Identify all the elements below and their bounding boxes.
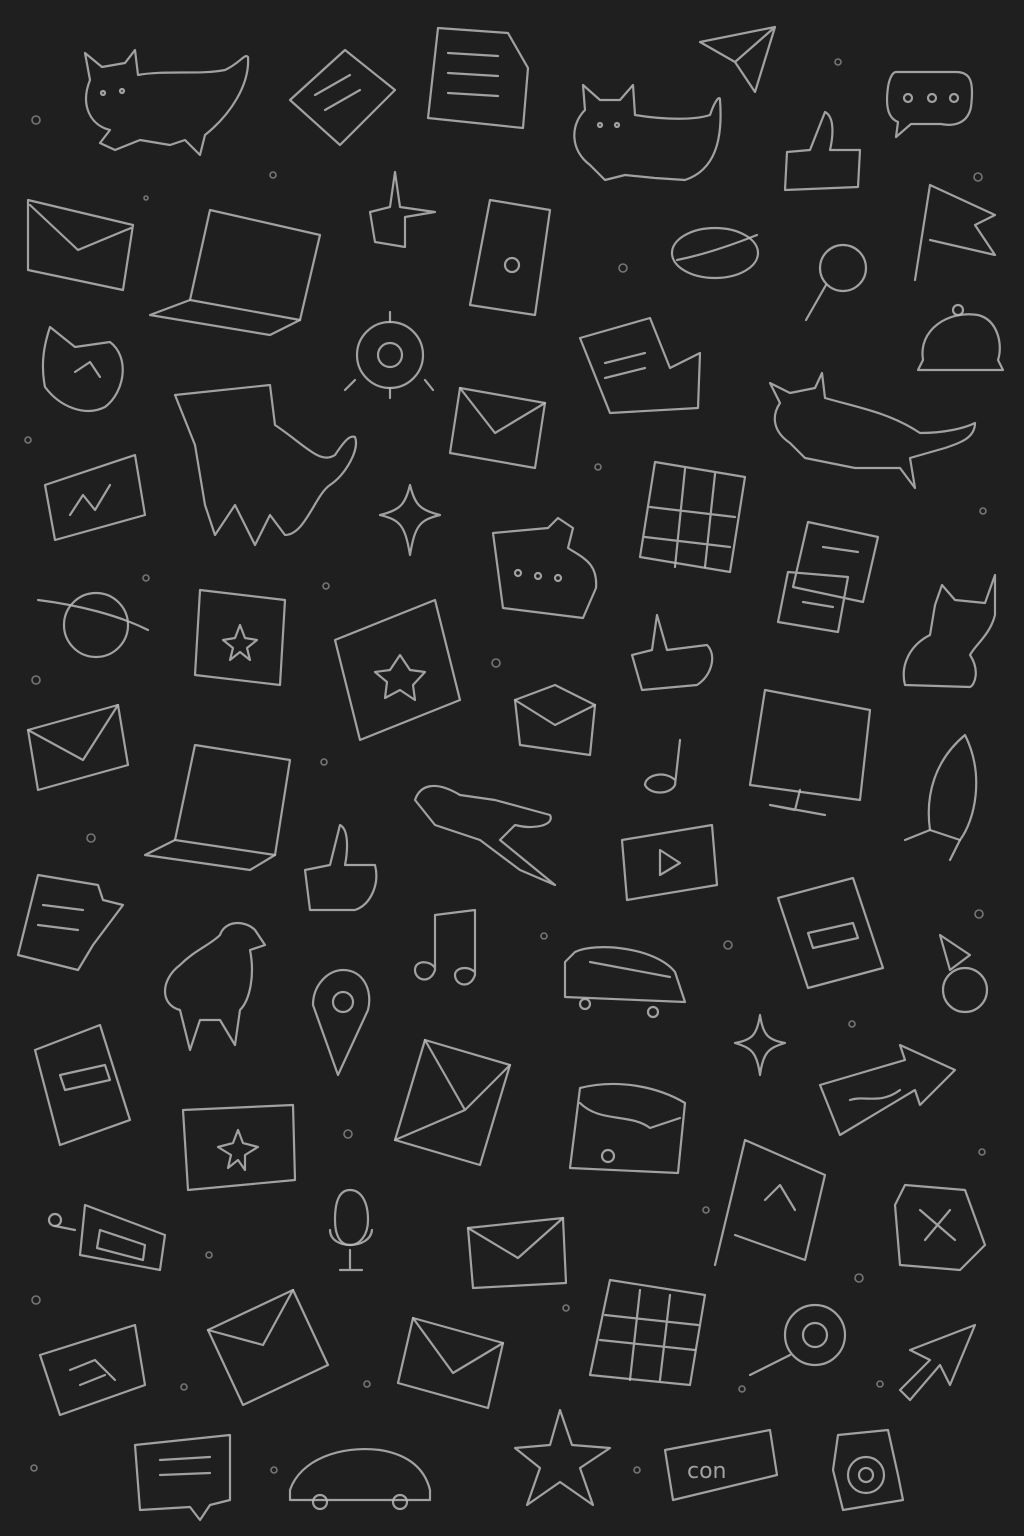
laptop-icon (148, 208, 322, 337)
bird-icon (164, 922, 267, 1052)
document-icon (33, 1023, 132, 1147)
music-note-icon (643, 738, 682, 794)
file-icon (288, 48, 397, 147)
document-icon (578, 316, 702, 415)
car-icon (288, 1448, 432, 1511)
cat-icon (173, 383, 358, 547)
envelope-icon (206, 1288, 330, 1407)
flag-icon (913, 183, 997, 282)
wallet-icon (568, 1082, 687, 1175)
play-video-icon (620, 823, 719, 902)
star-card-icon (333, 598, 462, 742)
envelope-icon (513, 683, 597, 757)
chat-bubble-icon (885, 70, 974, 139)
phone-icon (47, 1203, 167, 1272)
thumbs-up-icon (368, 170, 437, 249)
envelope-icon (26, 703, 130, 792)
envelope-icon (448, 386, 547, 470)
star-icon (513, 1408, 612, 1507)
microphone-icon (328, 1188, 374, 1272)
calendar-icon (588, 1278, 707, 1387)
search-icon (748, 1303, 847, 1377)
magnifier-icon (804, 243, 868, 322)
chart-icon (43, 453, 147, 542)
flag-icon (713, 1138, 827, 1267)
envelope-icon (466, 1216, 568, 1290)
sparkle-icon (378, 483, 442, 557)
cat-icon (902, 573, 997, 689)
camera-icon (343, 310, 435, 400)
arrow-sign-icon (818, 1043, 957, 1137)
envelope-icon (393, 1038, 512, 1167)
chat-icon (133, 1433, 232, 1522)
envelope-icon (26, 198, 135, 292)
planet-icon (36, 591, 150, 659)
laptop-icon (143, 743, 292, 872)
cat-icon (768, 371, 977, 490)
cat-icon (41, 325, 124, 412)
cat-icon (573, 83, 722, 182)
sparkle-icon (733, 1013, 787, 1077)
chat-icon (491, 516, 598, 620)
location-pin-icon (311, 968, 371, 1077)
thumbs-up-icon (630, 613, 714, 692)
calendar-icon (638, 460, 747, 574)
cat-icon (83, 48, 250, 157)
rocket-icon (903, 733, 978, 862)
thumbs-up-icon (783, 110, 862, 192)
document-icon (426, 26, 530, 130)
scatter-dots (24, 58, 987, 1474)
airplane-icon (413, 784, 557, 887)
at-sign-icon (831, 1428, 905, 1512)
photo-icon (38, 1323, 147, 1417)
phone-icon (468, 198, 552, 317)
bus-icon (563, 946, 687, 1019)
tag-text: con (687, 1459, 727, 1484)
pin-icon (938, 933, 989, 1014)
monitor-icon (748, 688, 872, 817)
music-note-icon (413, 908, 477, 986)
envelope-icon (396, 1316, 505, 1410)
arrow-icon (898, 1323, 977, 1402)
doodle-wallpaper: con (0, 0, 1024, 1536)
document-icon (776, 520, 880, 634)
bell-icon (916, 303, 1005, 372)
star-card-icon (193, 588, 287, 687)
doodle-pattern: con (16, 25, 1005, 1522)
document-icon (776, 876, 885, 990)
planet-icon (670, 226, 760, 280)
document-icon (16, 873, 125, 972)
picture-icon (181, 1103, 297, 1192)
paper-plane-icon (698, 25, 777, 94)
thumbs-up-icon (303, 823, 378, 912)
x-box-icon (893, 1183, 987, 1272)
tag-icon: con (663, 1428, 779, 1502)
